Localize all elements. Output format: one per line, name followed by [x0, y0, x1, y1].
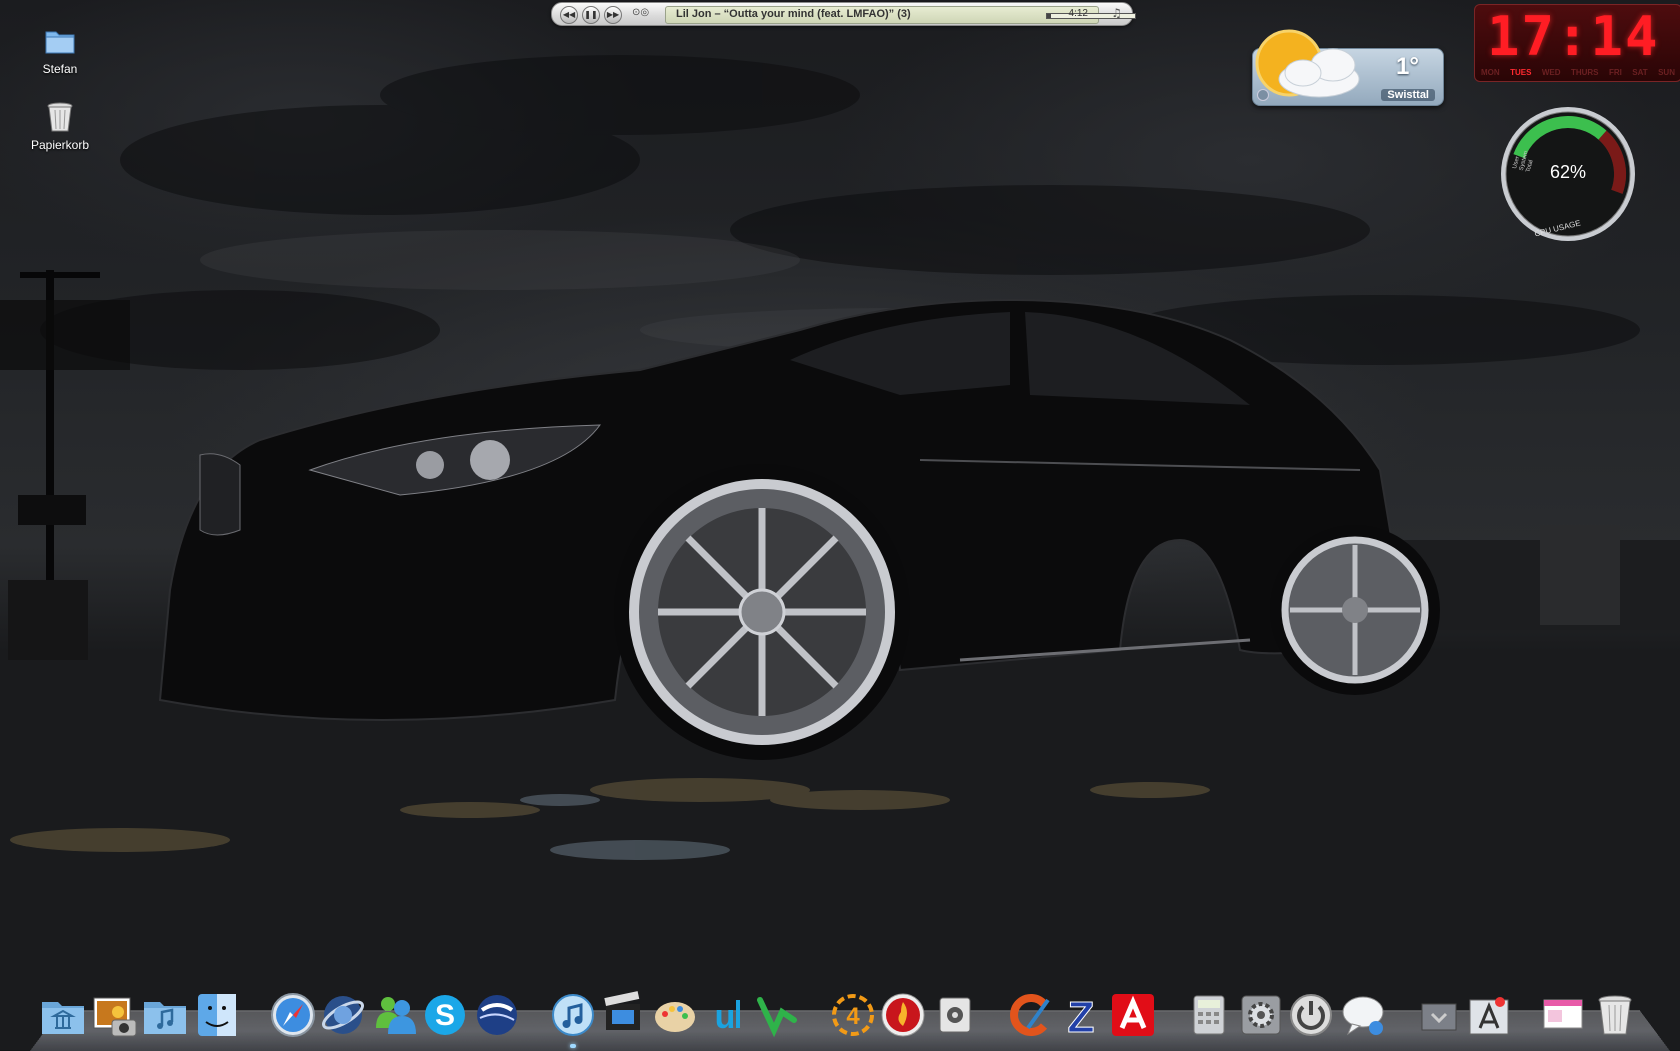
photos-folder-icon — [90, 990, 140, 1040]
dock-z-app[interactable]: Z — [1056, 990, 1106, 1040]
svg-text:u: u — [715, 998, 736, 1036]
dock-skype[interactable]: S — [420, 990, 470, 1040]
music-folder-icon — [140, 990, 190, 1040]
system-info-icon — [930, 990, 980, 1040]
cpu-usage-gauge: 62% CPU USAGE User System Total — [1498, 104, 1638, 244]
dock-movie-maker[interactable] — [598, 990, 648, 1040]
dock-avira[interactable] — [1108, 990, 1158, 1040]
power-icon — [1286, 990, 1336, 1040]
clock-day-wed: WED — [1542, 68, 1561, 77]
pause-icon[interactable]: ❚❚ — [582, 6, 600, 24]
dock-ulead[interactable]: u — [700, 990, 750, 1040]
next-icon[interactable]: ▶▶ — [604, 6, 622, 24]
paint-icon — [650, 990, 700, 1040]
weather-info-icon[interactable] — [1257, 89, 1269, 101]
settings-icon — [1236, 990, 1286, 1040]
dock-settings[interactable] — [1236, 990, 1286, 1040]
ulead-icon: u — [700, 990, 750, 1040]
dock-music-folder[interactable] — [140, 990, 190, 1040]
desktop-icon-stefan[interactable]: Stefan — [15, 24, 105, 76]
trash-icon — [1590, 990, 1640, 1040]
dock-ccleaner[interactable] — [1006, 990, 1056, 1040]
svg-text:Z: Z — [1068, 993, 1095, 1040]
finder-icon — [192, 990, 242, 1040]
dock-documents[interactable] — [1540, 990, 1590, 1040]
trash-icon — [43, 100, 77, 134]
weather-city[interactable]: Swisttal — [1381, 89, 1435, 101]
dock-messenger[interactable] — [370, 990, 420, 1040]
track-time: 4:12 — [1069, 8, 1088, 19]
browser-icon — [318, 990, 368, 1040]
previous-icon[interactable]: ◀◀ — [560, 6, 578, 24]
itunes-mini-player: ◀◀ ❚❚ ▶▶ ⊙◎ Lil Jon – “Outta your mind (… — [551, 2, 1133, 26]
vectorworks-icon — [752, 990, 802, 1040]
weather-widget[interactable]: 1° Swisttal — [1252, 48, 1444, 106]
safari-icon — [268, 990, 318, 1040]
desktop-wallpaper — [0, 0, 1680, 1050]
chat-icon — [1338, 990, 1388, 1040]
dock-applications-folder[interactable] — [38, 990, 88, 1040]
clock-day-tues: TUES — [1510, 68, 1531, 77]
clock-time: 17:14 — [1487, 5, 1660, 68]
clock-day-thurs: THURS — [1571, 68, 1599, 77]
dock-burner[interactable] — [878, 990, 928, 1040]
dock-safari[interactable] — [268, 990, 318, 1040]
app-store-icon — [1464, 990, 1514, 1040]
dock-browser[interactable] — [318, 990, 368, 1040]
itunes-display: Lil Jon – “Outta your mind (feat. LMFAO)… — [665, 6, 1099, 24]
playback-progress-bar[interactable] — [1046, 13, 1136, 19]
skype-icon: S — [420, 990, 470, 1040]
dock-icq[interactable]: 4 — [828, 990, 878, 1040]
desktop-icon-label: Papierkorb — [31, 138, 89, 152]
dock-google-earth[interactable] — [472, 990, 522, 1040]
dock-itunes[interactable] — [548, 990, 598, 1040]
dock-app-store[interactable] — [1464, 990, 1514, 1040]
desktop-icon-label: Stefan — [43, 62, 78, 76]
itunes-icon — [548, 990, 598, 1040]
stack-icon — [1414, 990, 1464, 1040]
dock-photos-folder[interactable] — [90, 990, 140, 1040]
svg-text:4: 4 — [846, 1003, 860, 1030]
dock-calculator[interactable] — [1184, 990, 1234, 1040]
z-app-icon: Z — [1056, 990, 1106, 1040]
folder-icon — [43, 24, 77, 58]
applications-folder-icon — [38, 990, 88, 1040]
avira-icon — [1108, 990, 1158, 1040]
dock-vectorworks[interactable] — [752, 990, 802, 1040]
dock-system-info[interactable] — [930, 990, 980, 1040]
clock-day-fri: FRI — [1609, 68, 1622, 77]
messenger-icon — [370, 990, 420, 1040]
icq-icon: 4 — [828, 990, 878, 1040]
dock-power[interactable] — [1286, 990, 1336, 1040]
led-clock-widget: 17:14 MON TUES WED THURS FRI SAT SUN — [1474, 4, 1680, 82]
dock-stack[interactable] — [1414, 990, 1464, 1040]
clock-day-sat: SAT — [1632, 68, 1647, 77]
volume-icon[interactable]: ⊙◎ — [632, 7, 649, 18]
itunes-note-icon[interactable]: ♫ — [1111, 6, 1122, 20]
calculator-icon — [1184, 990, 1234, 1040]
dock-trash[interactable] — [1590, 990, 1640, 1040]
desktop-icon-papierkorb[interactable]: Papierkorb — [15, 100, 105, 152]
svg-text:S: S — [435, 999, 455, 1032]
ccleaner-icon — [1006, 990, 1056, 1040]
clock-day-sun: SUN — [1658, 68, 1675, 77]
movie-maker-icon — [598, 990, 648, 1040]
track-title: Lil Jon – “Outta your mind (feat. LMFAO)… — [676, 8, 911, 20]
dock-finder[interactable] — [192, 990, 242, 1040]
dock: S u 4 Z — [0, 988, 1680, 1050]
clock-day-mon: MON — [1481, 68, 1500, 77]
dock-paint[interactable] — [650, 990, 700, 1040]
clock-weekdays: MON TUES WED THURS FRI SAT SUN — [1481, 68, 1675, 77]
google-earth-icon — [472, 990, 522, 1040]
dock-chat[interactable] — [1338, 990, 1388, 1040]
weather-temperature: 1° — [1396, 53, 1419, 81]
burner-icon — [878, 990, 928, 1040]
documents-icon — [1540, 990, 1590, 1040]
